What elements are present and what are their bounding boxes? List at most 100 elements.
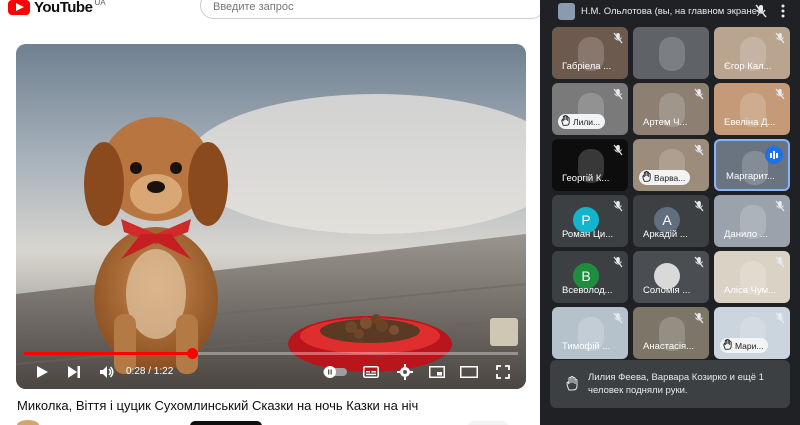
video-title[interactable]: Миколка, Віття і цуцик Сухомлинський Ска… bbox=[17, 398, 418, 413]
mic-off-icon bbox=[694, 199, 704, 217]
progress-scrubber[interactable] bbox=[186, 348, 198, 359]
participant-name: Габріела ... bbox=[562, 61, 612, 72]
raised-hands-text: Лилия Феева, Варвара Козирко и ещё 1 чел… bbox=[588, 372, 764, 396]
participant-name: Єгор Кал... bbox=[724, 61, 772, 72]
participant-tile[interactable]: Маргарит... bbox=[714, 139, 790, 191]
video-frame-puppy bbox=[16, 44, 526, 389]
next-button[interactable] bbox=[64, 362, 84, 382]
settings-button[interactable] bbox=[394, 362, 416, 382]
participant-tile[interactable] bbox=[633, 27, 709, 79]
participant-name: Артем Ч... bbox=[643, 117, 688, 128]
autoplay-icon bbox=[323, 366, 347, 378]
mic-off-icon bbox=[613, 255, 623, 273]
mic-off-icon bbox=[775, 311, 785, 329]
self-name: Н.М. Ольлотова (вы, на главном экране) bbox=[581, 6, 761, 17]
fullscreen-button[interactable] bbox=[492, 362, 514, 382]
video-player[interactable]: 0:28 / 1:22 bbox=[16, 44, 526, 389]
subtitles-icon bbox=[363, 366, 379, 378]
mic-off-icon bbox=[775, 87, 785, 105]
participant-video bbox=[659, 37, 685, 71]
volume-button[interactable] bbox=[96, 362, 118, 382]
participant-tile[interactable]: Р Роман Ци... bbox=[552, 195, 628, 247]
autoplay-toggle[interactable] bbox=[322, 362, 348, 382]
mic-off-icon bbox=[694, 143, 704, 161]
search-placeholder: Введите запрос bbox=[213, 1, 294, 13]
raised-hand-icon bbox=[723, 337, 732, 355]
country-code: UA bbox=[94, 0, 106, 7]
youtube-logo[interactable]: YouTube UA bbox=[8, 0, 106, 15]
youtube-logo-text: YouTube bbox=[34, 0, 93, 16]
screen: YouTube UA Введите запрос 0:28 / 1:22 Ми… bbox=[0, 0, 800, 425]
youtube-play-icon bbox=[8, 0, 30, 15]
participant-name: Данило ... bbox=[724, 229, 768, 240]
participant-name: Варва... bbox=[654, 172, 686, 183]
participant-tile[interactable]: Анастасія... bbox=[633, 307, 709, 359]
miniplayer-icon bbox=[429, 366, 445, 378]
participant-tile[interactable]: А Аркадій ... bbox=[633, 195, 709, 247]
raised-hand-icon bbox=[561, 113, 570, 131]
progress-played bbox=[24, 352, 192, 355]
gear-icon bbox=[397, 364, 413, 380]
raised-hand-badge: Лили... bbox=[558, 113, 606, 131]
participant-name: Евеліна Д... bbox=[724, 117, 776, 128]
mic-off-icon bbox=[613, 87, 623, 105]
participant-name: Аліса Чум... bbox=[724, 285, 777, 296]
participant-tile[interactable]: Евеліна Д... bbox=[714, 83, 790, 135]
subtitles-button[interactable] bbox=[360, 362, 382, 382]
mic-off-icon bbox=[613, 143, 623, 161]
subscribe-button[interactable] bbox=[190, 421, 262, 425]
participant-name: Маргарит... bbox=[726, 171, 775, 182]
participant-tile[interactable]: Габріела ... bbox=[552, 27, 628, 79]
search-input[interactable]: Введите запрос bbox=[200, 0, 545, 19]
mic-off-icon bbox=[755, 4, 767, 23]
skip-next-icon bbox=[68, 366, 80, 378]
miniplayer-button[interactable] bbox=[426, 362, 448, 382]
mic-off-icon bbox=[613, 199, 623, 217]
theater-icon bbox=[460, 366, 478, 378]
speaking-indicator-icon bbox=[765, 146, 783, 164]
participant-tile[interactable]: Данило ... bbox=[714, 195, 790, 247]
participant-name: Аркадій ... bbox=[643, 229, 688, 240]
participant-tile[interactable]: Аліса Чум... bbox=[714, 251, 790, 303]
participant-name: Анастасія... bbox=[643, 341, 695, 352]
participant-tile[interactable]: Артем Ч... bbox=[633, 83, 709, 135]
play-button[interactable] bbox=[32, 362, 52, 382]
self-view-header: Н.М. Ольлотова (вы, на главном экране) bbox=[540, 0, 800, 23]
more-options-icon[interactable] bbox=[780, 4, 786, 23]
volume-icon bbox=[100, 366, 114, 378]
participant-name: Георгій К... bbox=[562, 173, 610, 184]
participant-name: Лили... bbox=[573, 116, 601, 127]
progress-bar[interactable] bbox=[24, 348, 518, 359]
mic-off-icon bbox=[694, 255, 704, 273]
mic-off-icon bbox=[694, 87, 704, 105]
self-avatar bbox=[558, 3, 575, 20]
raised-hand-icon bbox=[566, 376, 578, 396]
channel-avatar[interactable] bbox=[17, 420, 39, 425]
participant-tile[interactable]: Соломія ... bbox=[633, 251, 709, 303]
raised-hand-icon bbox=[642, 169, 651, 187]
play-icon bbox=[37, 366, 48, 378]
mic-off-icon bbox=[775, 199, 785, 217]
participant-name: Роман Ци... bbox=[562, 229, 614, 240]
participant-tile[interactable]: Варва... bbox=[633, 139, 709, 191]
raised-hand-badge: Мари... bbox=[720, 337, 769, 355]
channel-watermark[interactable] bbox=[490, 318, 518, 346]
participant-name: Мари... bbox=[735, 340, 764, 351]
mic-off-icon bbox=[775, 255, 785, 273]
participant-name: Соломія ... bbox=[643, 285, 691, 296]
mic-off-icon bbox=[775, 31, 785, 49]
participant-tile[interactable]: Тимофій ... bbox=[552, 307, 628, 359]
mic-off-icon bbox=[613, 31, 623, 49]
participant-tile[interactable]: Єгор Кал... bbox=[714, 27, 790, 79]
raised-hands-notification[interactable]: Лилия Феева, Варвара Козирко и ещё 1 чел… bbox=[550, 360, 790, 408]
participant-tile[interactable]: Мари... bbox=[714, 307, 790, 359]
participant-tile[interactable]: Георгій К... bbox=[552, 139, 628, 191]
mic-off-icon bbox=[613, 311, 623, 329]
fullscreen-icon bbox=[496, 365, 510, 379]
theater-mode-button[interactable] bbox=[458, 362, 480, 382]
like-button[interactable] bbox=[468, 421, 508, 425]
participant-tile[interactable]: В Всеволод... bbox=[552, 251, 628, 303]
participant-name: Тимофій ... bbox=[562, 341, 611, 352]
mic-off-icon bbox=[694, 311, 704, 329]
participant-tile[interactable]: Лили... bbox=[552, 83, 628, 135]
